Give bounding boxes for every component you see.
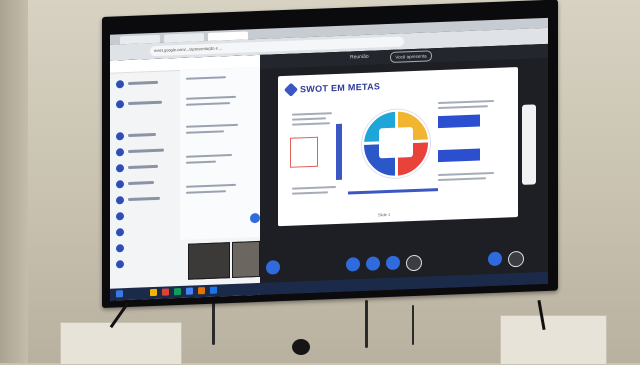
- chat-line: [186, 183, 236, 188]
- chat-line: [186, 95, 236, 100]
- more-button[interactable]: [406, 254, 422, 272]
- slide-arrow: [348, 188, 438, 195]
- app-icon[interactable]: [198, 287, 205, 295]
- slide-text: [438, 171, 494, 177]
- participant-name: [128, 100, 162, 106]
- participant-name: [128, 132, 156, 138]
- app-icon[interactable]: [150, 288, 157, 297]
- slide-blue-box: [438, 148, 480, 163]
- slide-title: SWOT EM METAS: [300, 81, 381, 95]
- presenting-pill[interactable]: Você apresenta: [390, 50, 432, 63]
- meeting-title: Reunião: [350, 53, 369, 61]
- app-icon[interactable]: [174, 287, 181, 296]
- participant-avatar: [116, 132, 124, 141]
- slide-arrow: [336, 123, 342, 181]
- participant-avatar: [116, 164, 124, 173]
- participant-avatar: [116, 196, 124, 205]
- participant-avatar: [116, 180, 124, 189]
- participant-name: [128, 80, 158, 86]
- participant-avatar: [116, 260, 124, 269]
- participant-avatar: [116, 228, 124, 237]
- slide-toolbar[interactable]: [522, 104, 536, 185]
- slide-text: [438, 105, 488, 110]
- participant-avatar: [116, 80, 124, 89]
- share-button[interactable]: [386, 255, 400, 271]
- tv-screen: Reunião Você apresenta SWOT EM METAS Sli…: [110, 43, 548, 301]
- shared-slide: SWOT EM METAS Slide 1: [278, 67, 518, 227]
- participant-avatar: [116, 148, 124, 157]
- slide-text: [292, 186, 336, 190]
- chat-line: [186, 76, 226, 80]
- slide-blue-box: [438, 114, 480, 129]
- chat-button[interactable]: [488, 251, 502, 267]
- slide-text: [438, 99, 494, 105]
- video-tile[interactable]: [232, 240, 260, 279]
- participant-avatar: [116, 244, 124, 253]
- cabinet-right: [500, 315, 607, 365]
- raise-hand-button[interactable]: [266, 260, 280, 275]
- slide-logo-icon: [283, 82, 299, 97]
- participant-name: [128, 196, 160, 202]
- participant-name: [128, 164, 158, 170]
- chat-line: [186, 102, 230, 106]
- television: meet.google.com/.../apresentação e ... R…: [102, 0, 558, 309]
- cabinet-left: [60, 322, 182, 365]
- slide-text: [292, 112, 332, 116]
- participant-avatar: [116, 100, 124, 109]
- participant-name: [128, 148, 164, 154]
- camera-button[interactable]: [366, 256, 380, 271]
- mic-button[interactable]: [346, 257, 360, 272]
- wall-corner: [0, 0, 28, 363]
- camera-device: [292, 339, 310, 355]
- slide-text: [292, 122, 330, 126]
- slide-page-indicator: Slide 1: [378, 211, 391, 218]
- pie-center-label: [379, 127, 413, 159]
- chat-line: [186, 154, 232, 158]
- slide-text: [292, 117, 326, 121]
- chat-line: [186, 130, 224, 134]
- slide-callout-box: [290, 136, 318, 168]
- slide-text: [292, 191, 328, 195]
- app-icon[interactable]: [210, 286, 217, 294]
- chat-line: [186, 123, 238, 128]
- app-icon[interactable]: [186, 287, 193, 295]
- app-icon[interactable]: [162, 288, 169, 296]
- start-icon[interactable]: [116, 290, 123, 298]
- participant-avatar: [116, 212, 124, 221]
- chat-messages: [180, 66, 260, 241]
- leave-button[interactable]: [508, 250, 524, 268]
- video-tile[interactable]: [188, 242, 230, 280]
- tv-cable: [365, 300, 368, 348]
- participant-name: [128, 181, 154, 186]
- chat-line: [186, 190, 226, 194]
- slide-text: [438, 177, 486, 182]
- chat-line: [186, 160, 216, 164]
- tv-cable: [412, 305, 414, 345]
- tv-cable: [212, 300, 215, 345]
